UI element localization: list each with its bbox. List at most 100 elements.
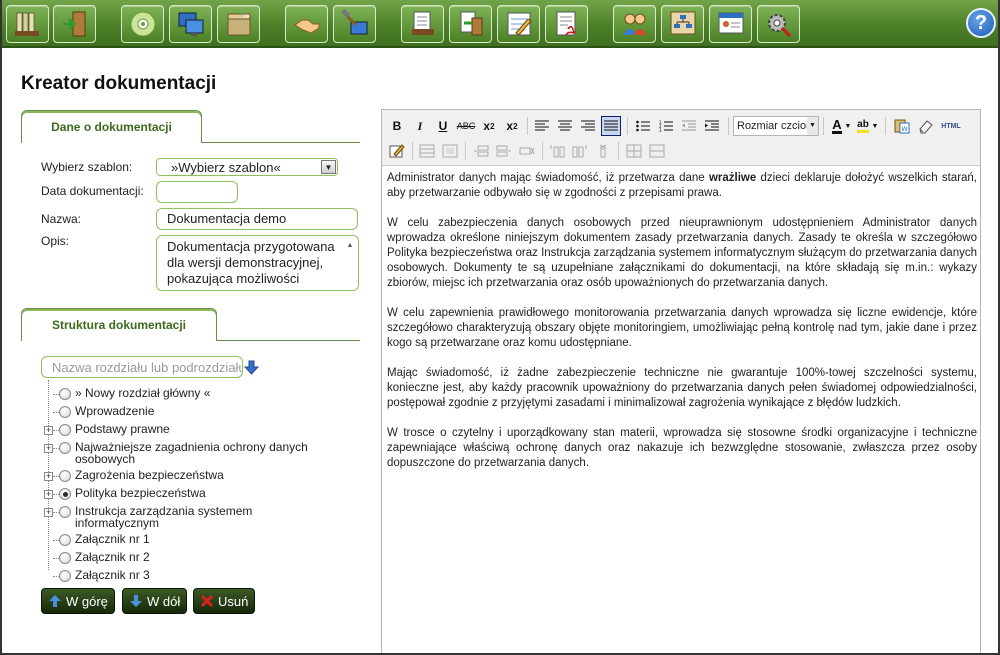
binders-icon (14, 12, 39, 36)
edit-form-icon (507, 12, 532, 36)
svg-text:ZIP: ZIP (243, 14, 250, 19)
subscript-icon[interactable]: x2 (479, 116, 499, 136)
disc-button[interactable] (121, 5, 164, 43)
table-props-icon[interactable] (440, 141, 460, 161)
template-select[interactable]: »Wybierz szablon« ▼ (156, 158, 338, 176)
tree-item-radio[interactable] (59, 424, 71, 436)
tree-item-label: Załącznik nr 1 (75, 532, 150, 546)
chapter-name-input[interactable]: Nazwa rozdziału lub podrozdziału (41, 356, 243, 378)
tree-item-radio[interactable] (59, 488, 71, 500)
delete-col-icon[interactable] (593, 141, 613, 161)
zip-archive-icon: ZIP (227, 13, 250, 36)
name-label: Nazwa: (41, 212, 82, 226)
monitors-button[interactable] (169, 5, 212, 43)
arrow-down-icon[interactable] (244, 360, 259, 375)
underline-icon[interactable]: U (433, 116, 453, 136)
users-button[interactable] (613, 5, 656, 43)
id-card-button[interactable] (709, 5, 752, 43)
align-center-icon[interactable] (555, 116, 575, 136)
chevron-down-icon[interactable]: ▼ (843, 116, 853, 136)
move-up-label: W górę (66, 593, 108, 609)
documents-button[interactable] (401, 5, 444, 43)
insert-col-before-icon[interactable] (547, 141, 567, 161)
tree-item-radio[interactable] (59, 406, 71, 418)
tree-item-label: Załącznik nr 2 (75, 550, 150, 564)
indent-icon[interactable] (702, 116, 722, 136)
tree-item-radio[interactable] (59, 534, 71, 546)
insert-row-after-icon[interactable] (494, 141, 514, 161)
exit-button[interactable] (53, 5, 96, 43)
tree-item-radio[interactable] (59, 506, 71, 518)
pdf-button[interactable] (545, 5, 588, 43)
date-label: Data dokumentacji: (41, 184, 144, 198)
svg-text:3: 3 (659, 128, 662, 132)
editor-content[interactable]: Administrator danych mając świadomość, i… (387, 171, 977, 486)
html-source-icon[interactable]: HTML (938, 116, 964, 136)
tree-item-label: Wprowadzenie (75, 404, 155, 418)
settings-button[interactable] (757, 5, 800, 43)
tree-item-radio[interactable] (59, 470, 71, 482)
superscript-icon[interactable]: x2 (502, 116, 522, 136)
name-field[interactable]: Dokumentacja demo (156, 208, 358, 230)
expand-icon[interactable]: + (44, 426, 53, 435)
tree-item-radio[interactable] (59, 388, 71, 400)
bold-icon[interactable]: B (387, 116, 407, 136)
edit-icon[interactable] (387, 141, 407, 161)
numbered-list-icon[interactable]: 123 (656, 116, 676, 136)
tree-item-radio[interactable] (59, 442, 71, 454)
move-up-button[interactable]: W górę (41, 588, 115, 614)
bullet-list-icon[interactable] (633, 116, 653, 136)
expand-icon[interactable]: + (44, 490, 53, 499)
merge-cells-icon[interactable] (647, 141, 667, 161)
expand-icon[interactable]: + (44, 508, 53, 517)
rich-text-editor: B I U ABC x2 x2 123 Rozmiar czcionki ▼ A… (381, 109, 981, 655)
tab-structure[interactable]: Struktura dokumentacji (21, 308, 217, 341)
toolbar-separator (527, 117, 528, 135)
scrollbar[interactable]: ▲▼ (344, 238, 356, 286)
tools-button[interactable] (333, 5, 376, 43)
insert-col-after-icon[interactable] (570, 141, 590, 161)
paragraph-text: W celu zabezpieczenia danych osobowych p… (387, 217, 977, 289)
move-down-button[interactable]: W dół (122, 588, 188, 614)
document-exit-button[interactable] (449, 5, 492, 43)
chevron-down-icon[interactable]: ▼ (870, 116, 880, 136)
binders-button[interactable] (6, 5, 49, 43)
edit-form-button[interactable] (497, 5, 540, 43)
italic-icon[interactable]: I (410, 116, 430, 136)
org-chart-button[interactable] (661, 5, 704, 43)
users-icon (622, 13, 647, 35)
font-size-select[interactable]: Rozmiar czcionki ▼ (733, 116, 819, 136)
align-right-icon[interactable] (578, 116, 598, 136)
toolbar-separator (542, 142, 543, 160)
handshake-icon (293, 19, 319, 34)
align-justify-icon[interactable] (601, 116, 621, 136)
date-field[interactable] (156, 181, 238, 203)
description-field[interactable]: Dokumentacja przygotowana dla wersji dem… (156, 235, 359, 291)
split-cells-icon[interactable] (624, 141, 644, 161)
tab-doc-info[interactable]: Dane o dokumentacji (21, 110, 202, 143)
delete-row-icon[interactable] (517, 141, 537, 161)
zip-button[interactable]: ZIP (217, 5, 260, 43)
agreements-button[interactable] (285, 5, 328, 43)
toolbar-separator (627, 117, 628, 135)
insert-row-before-icon[interactable] (471, 141, 491, 161)
tree-item-radio[interactable] (59, 552, 71, 564)
org-chart-icon (670, 11, 695, 35)
expand-icon[interactable]: + (44, 444, 53, 453)
help-button[interactable]: ? (966, 8, 996, 38)
strikethrough-icon[interactable]: ABC (456, 116, 476, 136)
delete-button[interactable]: Usuń (193, 588, 256, 614)
exit-door-icon (62, 11, 85, 37)
paste-word-icon[interactable]: W (892, 116, 912, 136)
eraser-icon[interactable] (915, 116, 935, 136)
table-icon[interactable] (417, 141, 437, 161)
paragraph-text: Administrator danych mając świadomość, i… (387, 172, 709, 184)
editor-paragraph: W trosce o czytelny i uporządkowany stan… (387, 426, 977, 471)
expand-icon[interactable]: + (44, 472, 53, 481)
align-left-icon[interactable] (532, 116, 552, 136)
description-value: Dokumentacja przygotowana dla wersji dem… (167, 239, 335, 286)
editor-paragraph: Administrator danych mając świadomość, i… (387, 171, 977, 201)
tree-item-radio[interactable] (59, 570, 71, 582)
toolbar-separator (885, 117, 886, 135)
outdent-icon[interactable] (679, 116, 699, 136)
